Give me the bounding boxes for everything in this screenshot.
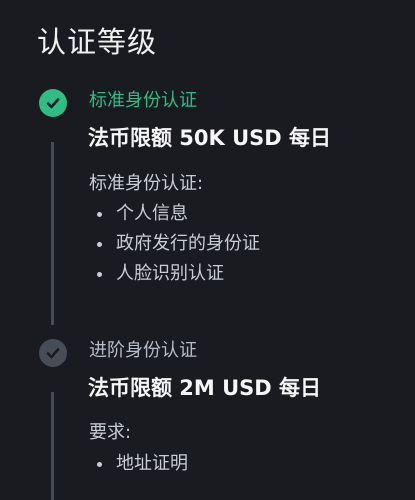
requirement-text: 人脸识别认证 [116,263,224,284]
level-limit-advanced: 法币限额 2M USD 每日 [88,376,322,400]
verification-levels-panel: 认证等级 标准身份认证 法币限额 50K USD 每日 标准身份认证: 个人信息… [0,0,415,500]
requirements-title-advanced: 要求: [89,422,132,443]
level-limit-standard: 法币限额 50K USD 每日 [88,126,332,150]
check-circle-icon [39,339,67,367]
requirement-item: 个人信息 [97,199,260,229]
requirements-list-advanced: 地址证明 [97,449,188,479]
requirement-item: 政府发行的身份证 [97,229,260,259]
bullet-dot [97,462,102,467]
level-name-advanced: 进阶身份认证 [89,340,197,361]
bullet-dot [97,242,102,247]
bullet-dot [97,272,102,277]
step-connector-line [51,142,54,325]
requirements-list-standard: 个人信息 政府发行的身份证 人脸识别认证 [97,199,260,289]
step-connector-line [51,392,54,500]
requirement-item: 地址证明 [97,449,188,479]
requirement-text: 个人信息 [116,203,188,224]
check-circle-icon [39,89,67,117]
requirements-title-standard: 标准身份认证: [89,173,204,194]
bullet-dot [97,212,102,217]
level-name-standard: 标准身份认证 [89,90,197,111]
page-title: 认证等级 [37,25,158,59]
requirement-text: 政府发行的身份证 [116,233,260,254]
requirement-item: 人脸识别认证 [97,259,260,289]
requirement-text: 地址证明 [116,453,188,474]
